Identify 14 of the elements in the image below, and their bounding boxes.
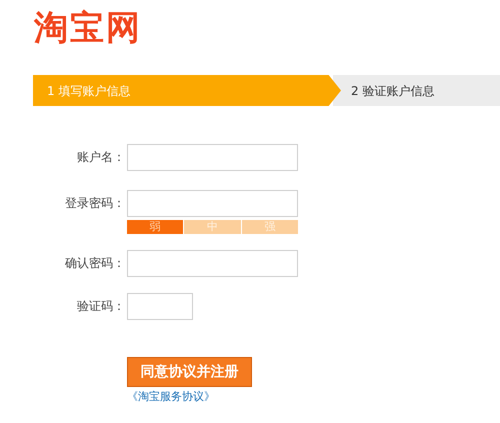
password-field[interactable] <box>127 250 298 277</box>
username-field[interactable] <box>127 144 298 171</box>
strength-segment: 强 <box>242 220 298 234</box>
captcha-field[interactable] <box>127 293 193 320</box>
taobao-logo: 淘宝网 <box>34 8 142 48</box>
password-field[interactable] <box>127 190 298 217</box>
register-button[interactable]: 同意协议并注册 <box>127 357 252 387</box>
field-label: 登录密码： <box>64 195 126 212</box>
strength-segment: 中 <box>184 220 241 234</box>
field-label: 确认密码： <box>64 255 126 272</box>
agreement-link[interactable]: 《淘宝服务协议》 <box>127 389 215 406</box>
field-label: 账户名： <box>76 149 126 166</box>
strength-segment: 弱 <box>127 220 184 234</box>
field-label: 验证码： <box>76 298 126 315</box>
